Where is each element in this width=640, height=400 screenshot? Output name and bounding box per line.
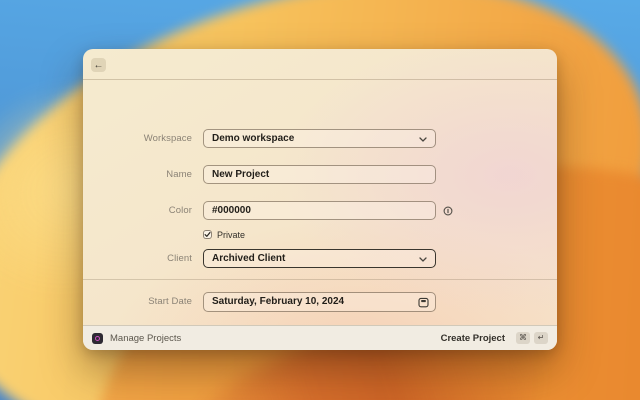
client-dropdown[interactable]: Archived Client: [203, 249, 436, 268]
form-row-workspace: Workspace Demo workspace: [83, 129, 557, 148]
start-date-label: Start Date: [83, 296, 192, 307]
client-label: Client: [83, 253, 192, 264]
back-button[interactable]: ←: [91, 58, 106, 72]
color-value: #000000: [212, 205, 251, 216]
chevron-down-icon: [419, 137, 427, 142]
private-checkbox[interactable]: [203, 230, 212, 239]
checkmark-icon: [204, 231, 211, 238]
create-project-window: ← Workspace Demo workspace Name New Proj…: [83, 49, 557, 350]
command-key-icon[interactable]: ⌘: [516, 332, 530, 344]
app-icon-ring: [95, 336, 100, 341]
return-key-icon[interactable]: ↵: [534, 332, 548, 344]
name-input[interactable]: New Project: [203, 165, 436, 184]
private-checkbox-label[interactable]: Private: [217, 230, 245, 240]
chevron-down-icon: [419, 257, 427, 262]
form-row-private: Private: [83, 229, 557, 240]
desktop: ← Workspace Demo workspace Name New Proj…: [0, 0, 640, 400]
footer-command-name: Manage Projects: [110, 333, 181, 344]
app-icon: [92, 333, 103, 344]
window-footer: Manage Projects Create Project ⌘ ↵: [83, 325, 557, 350]
workspace-label: Workspace: [83, 133, 192, 144]
color-input[interactable]: #000000: [203, 201, 436, 220]
create-project-button[interactable]: Create Project: [441, 333, 505, 344]
window-header: ←: [83, 49, 557, 80]
color-label: Color: [83, 205, 192, 216]
info-icon[interactable]: [443, 206, 453, 216]
client-value: Archived Client: [212, 253, 285, 264]
section-divider: [83, 279, 557, 280]
form-row-start-date: Start Date Saturday, February 10, 2024: [83, 292, 557, 311]
start-date-value: Saturday, February 10, 2024: [212, 296, 344, 307]
form-row-client: Client Archived Client: [83, 249, 557, 268]
name-value: New Project: [212, 169, 269, 180]
name-label: Name: [83, 169, 192, 180]
form-row-name: Name New Project: [83, 165, 557, 184]
form-row-color: Color #000000: [83, 201, 557, 220]
workspace-dropdown[interactable]: Demo workspace: [203, 129, 436, 148]
calendar-icon: [418, 297, 429, 308]
start-date-picker[interactable]: Saturday, February 10, 2024: [203, 292, 436, 312]
workspace-value: Demo workspace: [212, 133, 294, 144]
